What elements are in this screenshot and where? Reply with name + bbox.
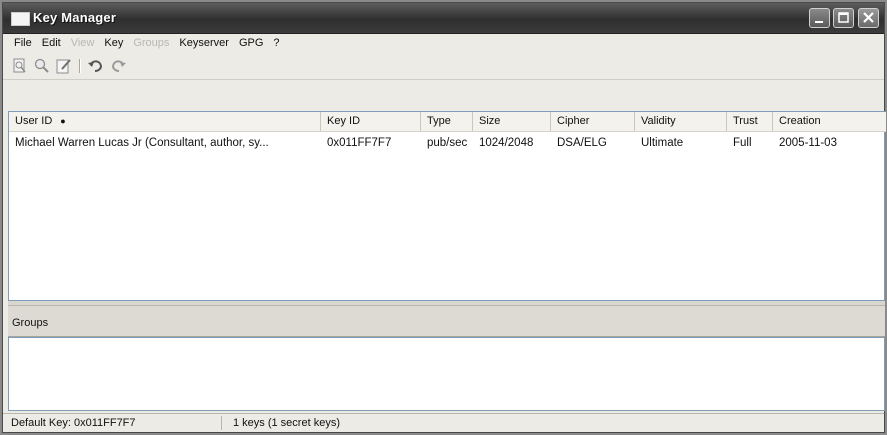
close-button[interactable] [858,8,879,28]
key-type: pub/sec [427,137,468,149]
menu-gpg[interactable]: GPG [234,37,268,49]
key-validity: Ultimate [641,137,684,149]
column-header-validity[interactable]: Validity [635,112,727,131]
toolbar-separator [79,59,81,73]
key-creation: 2005-11-03 [779,137,837,149]
column-header-cipher[interactable]: Cipher [551,112,635,131]
undo-button[interactable] [87,57,105,75]
key-properties-icon [13,58,26,73]
window-icon [11,12,30,26]
key-search-button[interactable] [33,57,51,75]
minimize-button[interactable] [809,8,830,28]
menu-edit[interactable]: Edit [37,37,66,49]
menu-keyserver[interactable]: Keyserver [174,37,234,49]
column-header-user-id[interactable]: User ID ● [9,112,321,131]
title-bar[interactable]: Key Manager [3,3,884,34]
key-manager-window: Key Manager File Edit View Key Groups Ke… [2,2,886,433]
column-label: User ID [15,115,53,127]
groups-header: Groups [8,305,885,337]
key-count-status: 1 keys (1 secret keys) [233,417,340,429]
column-header-size[interactable]: Size [473,112,551,131]
status-bar: Default Key: 0x011FF7F7 1 keys (1 secret… [3,413,884,432]
menu-bar: File Edit View Key Groups Keyserver GPG … [3,34,884,52]
column-header-type[interactable]: Type [421,112,473,131]
key-trust: Full [733,137,752,149]
maximize-button[interactable] [833,8,854,28]
redo-button[interactable] [109,57,127,75]
edit-key-icon [56,59,71,74]
menu-help[interactable]: ? [268,37,284,49]
status-separator [221,416,222,430]
redo-icon [111,60,126,72]
toolbar [3,53,884,80]
menu-file[interactable]: File [9,37,37,49]
column-header-key-id[interactable]: Key ID [321,112,421,131]
key-properties-button[interactable] [11,57,29,75]
menu-groups[interactable]: Groups [128,37,174,49]
sort-indicator-icon: ● [60,116,66,126]
key-id: 0x011FF7F7 [327,137,392,149]
key-cipher: DSA/ELG [557,137,607,149]
minimize-icon [815,21,823,23]
menu-key[interactable]: Key [99,37,128,49]
key-user-id: Michael Warren Lucas Jr (Consultant, aut… [15,137,269,149]
close-icon [863,12,874,23]
key-size: 1024/2048 [479,137,534,149]
column-header-creation[interactable]: Creation [773,112,886,131]
window-title: Key Manager [33,10,117,25]
undo-icon [88,60,103,72]
column-header-trust[interactable]: Trust [727,112,773,131]
key-row[interactable]: Michael Warren Lucas Jr (Consultant, aut… [9,134,886,152]
groups-label: Groups [12,317,49,329]
key-list-header: User ID ● Key ID Type Size Cipher Validit… [9,112,886,132]
groups-list[interactable] [8,337,885,411]
edit-key-button[interactable] [55,57,73,75]
key-search-icon [34,58,49,73]
menu-view[interactable]: View [66,37,100,49]
default-key-status: Default Key: 0x011FF7F7 [11,417,136,429]
maximize-icon [838,12,849,23]
